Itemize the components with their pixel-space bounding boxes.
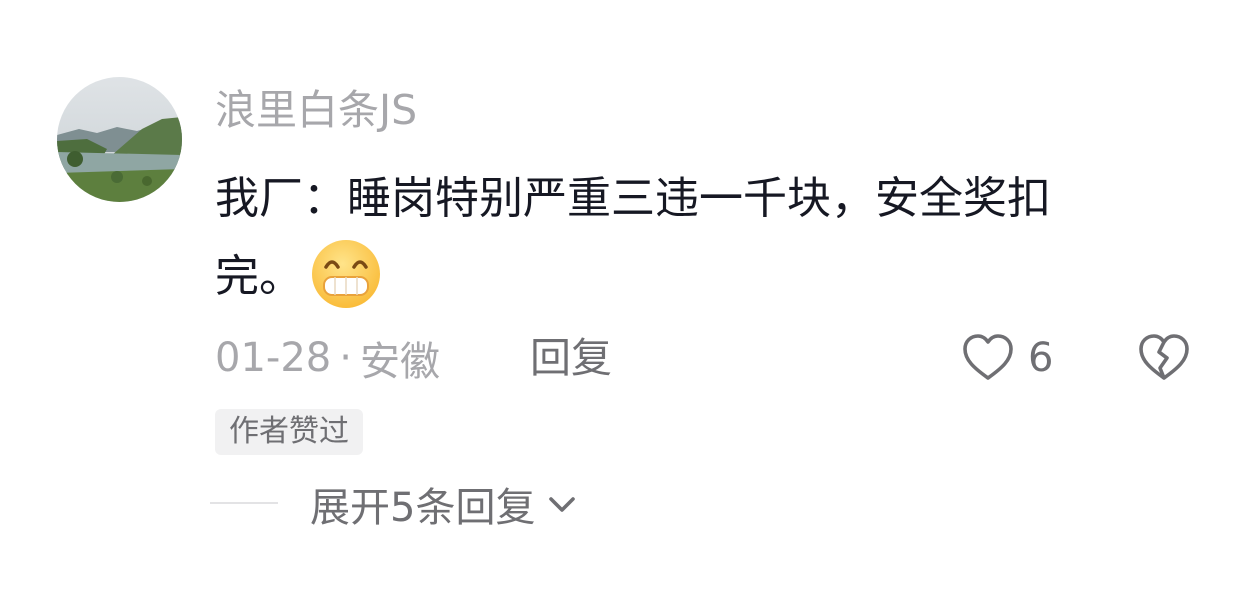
author-liked-badge: 作者赞过 — [215, 409, 363, 455]
comment-text-line: 我厂：睡岗特别严重三违一千块，安全奖扣 — [215, 173, 1051, 224]
chevron-down-icon — [549, 497, 576, 512]
meta-separator: · — [339, 335, 352, 381]
grinning-face-icon — [312, 240, 380, 308]
comment-location: 安徽 — [359, 339, 440, 385]
like-button[interactable]: 6 — [960, 330, 1053, 386]
expand-replies-button[interactable]: 展开5条回复 — [310, 476, 579, 532]
divider-line — [210, 502, 278, 504]
reply-button[interactable]: 回复 — [530, 330, 612, 386]
user-avatar[interactable] — [57, 77, 182, 202]
comment-date: 01-28 — [215, 335, 332, 381]
heart-icon — [963, 334, 1013, 380]
comment-text-end: 完。 — [215, 251, 303, 302]
comment-text-line: 完。 — [215, 238, 1215, 316]
username[interactable]: 浪里白条JS — [215, 82, 417, 138]
comment-item: 浪里白条JS 我厂：睡岗特别严重三违一千块，安全奖扣 完。 01-28 · 安徽… — [0, 0, 1260, 600]
expand-replies-label: 展开5条回复 — [310, 485, 536, 531]
comment-meta: 01-28 · 安徽 — [215, 330, 440, 386]
like-count: 6 — [1028, 335, 1054, 381]
broken-heart-icon[interactable] — [1136, 330, 1192, 386]
comment-body: 我厂：睡岗特别严重三违一千块，安全奖扣 完。 — [215, 160, 1215, 316]
